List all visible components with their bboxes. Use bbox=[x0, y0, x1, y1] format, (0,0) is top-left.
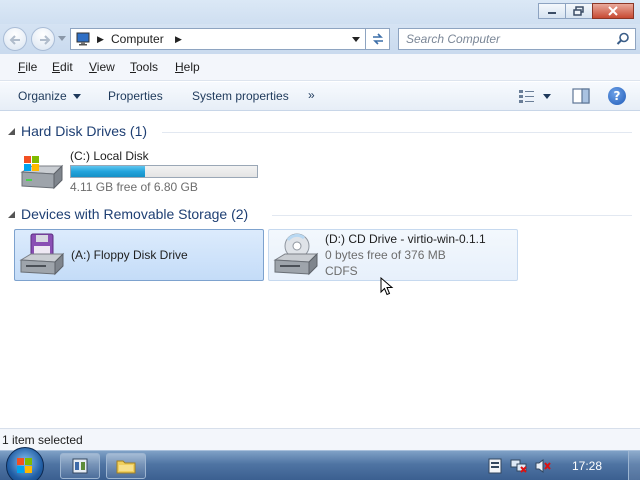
change-view-icon[interactable] bbox=[518, 89, 536, 105]
drive-name: (D:) CD Drive - virtio-win-0.1.1 bbox=[325, 232, 486, 246]
preview-pane-icon[interactable] bbox=[572, 88, 590, 104]
refresh-icon bbox=[372, 33, 383, 45]
menu-edit[interactable]: Edit bbox=[52, 60, 73, 74]
menu-help[interactable]: Help bbox=[175, 60, 200, 74]
taskbar: 17:28 bbox=[0, 447, 640, 480]
chevron-down-icon bbox=[73, 94, 82, 99]
taskbar-explorer-button[interactable] bbox=[106, 453, 146, 479]
title-bar bbox=[0, 0, 640, 24]
menu-view[interactable]: View bbox=[89, 60, 115, 74]
capacity-bar-fill bbox=[71, 166, 145, 177]
restore-icon bbox=[573, 6, 584, 16]
forward-button[interactable] bbox=[31, 27, 55, 51]
back-arrow-icon bbox=[9, 35, 20, 45]
address-bar[interactable]: ▶ Computer ▶ bbox=[70, 28, 366, 50]
close-icon bbox=[608, 6, 618, 16]
refresh-button[interactable] bbox=[366, 28, 390, 50]
drive-free-space: 4.11 GB free of 6.80 GB bbox=[70, 180, 198, 194]
network-disconnected-icon[interactable] bbox=[510, 458, 528, 474]
group-divider bbox=[162, 132, 632, 133]
collapse-arrow-icon[interactable] bbox=[8, 128, 16, 136]
drive-filesystem: CDFS bbox=[325, 264, 358, 278]
view-options-dropdown-icon[interactable] bbox=[543, 94, 551, 100]
cd-drive-icon bbox=[273, 233, 319, 276]
show-desktop-button[interactable] bbox=[628, 451, 640, 480]
breadcrumb-computer[interactable]: Computer bbox=[111, 32, 164, 46]
group-header-hard-disk-drives[interactable]: Hard Disk Drives (1) bbox=[0, 122, 640, 142]
status-bar: 1 item selected bbox=[0, 428, 640, 450]
computer-icon bbox=[76, 32, 90, 46]
group-header-removable-storage[interactable]: Devices with Removable Storage (2) bbox=[0, 205, 640, 225]
taskbar-clock[interactable]: 17:28 bbox=[572, 459, 602, 473]
server-manager-icon bbox=[72, 458, 88, 474]
folder-icon bbox=[116, 460, 136, 474]
speaker-muted-icon[interactable] bbox=[534, 458, 552, 474]
collapse-arrow-icon[interactable] bbox=[8, 211, 16, 219]
drive-c-tile[interactable]: (C:) Local Disk 4.11 GB free of 6.80 GB bbox=[14, 146, 264, 198]
drive-a-tile[interactable]: (A:) Floppy Disk Drive bbox=[14, 229, 264, 281]
help-icon[interactable]: ? bbox=[608, 87, 626, 105]
drive-free-space: 0 bytes free of 376 MB bbox=[325, 248, 446, 262]
breadcrumb-separator[interactable]: ▶ bbox=[97, 34, 104, 45]
address-row: ▶ Computer ▶ Search Computer bbox=[0, 24, 640, 54]
floppy-drive-icon bbox=[19, 233, 65, 276]
taskbar-server-manager-button[interactable] bbox=[60, 453, 100, 479]
menu-bar: File Edit View Tools Help bbox=[0, 54, 640, 81]
recent-pages-dropdown-icon[interactable] bbox=[58, 36, 66, 42]
command-bar: Organize Properties System properties » … bbox=[0, 82, 640, 111]
back-button[interactable] bbox=[3, 27, 27, 51]
status-text: 1 item selected bbox=[2, 433, 83, 447]
start-button[interactable] bbox=[6, 447, 44, 480]
hard-drive-icon bbox=[20, 156, 64, 190]
drive-d-tile[interactable]: (D:) CD Drive - virtio-win-0.1.1 0 bytes… bbox=[268, 229, 518, 281]
forward-arrow-icon bbox=[40, 35, 51, 45]
address-dropdown-icon[interactable] bbox=[352, 37, 360, 43]
search-placeholder: Search Computer bbox=[406, 32, 501, 46]
organize-button[interactable]: Organize bbox=[18, 89, 82, 103]
drive-name: (C:) Local Disk bbox=[70, 149, 149, 163]
action-center-icon[interactable] bbox=[488, 458, 502, 474]
group-divider bbox=[272, 215, 632, 216]
breadcrumb-separator[interactable]: ▶ bbox=[175, 34, 182, 45]
capacity-bar bbox=[70, 165, 258, 178]
minimize-icon bbox=[548, 12, 556, 14]
minimize-button[interactable] bbox=[538, 3, 566, 19]
windows-logo-icon bbox=[17, 458, 32, 473]
drive-name: (A:) Floppy Disk Drive bbox=[71, 248, 188, 262]
more-commands-button[interactable]: » bbox=[308, 88, 315, 102]
content-area: Hard Disk Drives (1) (C:) Local Disk 4.1… bbox=[0, 112, 640, 428]
window-controls bbox=[538, 3, 634, 19]
properties-button[interactable]: Properties bbox=[108, 89, 163, 103]
search-box[interactable]: Search Computer bbox=[398, 28, 636, 50]
menu-file[interactable]: File bbox=[18, 60, 37, 74]
system-properties-button[interactable]: System properties bbox=[192, 89, 289, 103]
close-button[interactable] bbox=[592, 3, 634, 19]
mouse-cursor-icon bbox=[380, 277, 394, 296]
group-title: Devices with Removable Storage (2) bbox=[21, 206, 249, 222]
search-icon[interactable] bbox=[616, 32, 630, 46]
menu-tools[interactable]: Tools bbox=[130, 60, 158, 74]
group-title: Hard Disk Drives (1) bbox=[21, 123, 148, 139]
maximize-button[interactable] bbox=[565, 3, 593, 19]
